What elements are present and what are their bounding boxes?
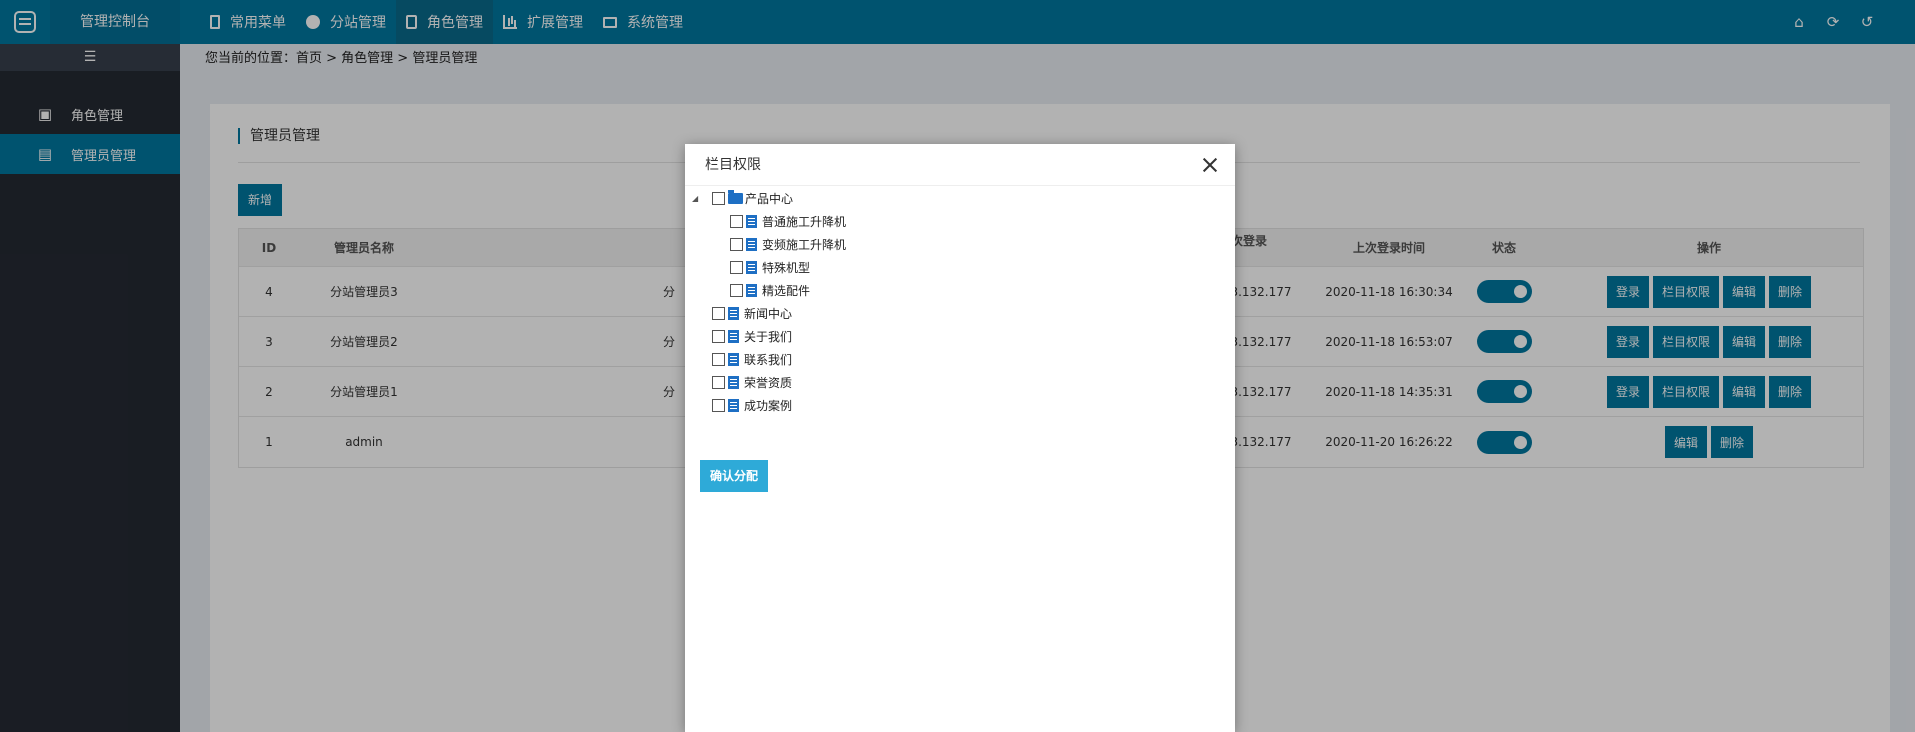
close-icon[interactable] [1201, 156, 1219, 174]
tree-node[interactable]: 联系我们 [712, 349, 792, 369]
tree-checkbox[interactable] [712, 352, 725, 366]
tree-checkbox[interactable] [712, 329, 725, 343]
file-icon [728, 375, 739, 389]
tree-node-child[interactable]: 变频施工升降机 [730, 234, 846, 254]
tree-checkbox[interactable] [712, 398, 725, 412]
tree-node-label: 关于我们 [744, 329, 793, 344]
collapse-arrow-icon[interactable]: ◢ [692, 194, 700, 203]
tree-node[interactable]: 成功案例 [712, 395, 792, 415]
file-icon [728, 352, 739, 366]
tree-node-label: 联系我们 [744, 352, 793, 367]
file-icon [746, 260, 757, 274]
file-icon [728, 398, 739, 412]
tree-node[interactable]: 关于我们 [712, 326, 792, 346]
tree-node-label: 普通施工升降机 [762, 214, 847, 229]
dialog-header: 栏目权限 [685, 144, 1235, 186]
file-icon [746, 283, 757, 297]
tree-checkbox[interactable] [730, 260, 743, 274]
tree-checkbox[interactable] [712, 306, 725, 320]
tree-node[interactable]: 新闻中心 [712, 303, 792, 323]
tree-node-child[interactable]: 特殊机型 [730, 257, 810, 277]
tree-checkbox[interactable] [712, 375, 725, 389]
tree-node-label: 新闻中心 [744, 306, 793, 321]
tree-node-label: 荣誉资质 [744, 375, 793, 390]
confirm-assign-button[interactable]: 确认分配 [700, 460, 768, 492]
tree-checkbox[interactable] [730, 237, 743, 251]
tree-node-child[interactable]: 精选配件 [730, 280, 810, 300]
dialog-title: 栏目权限 [705, 157, 761, 173]
tree-checkbox[interactable] [712, 191, 725, 205]
tree-node-label: 特殊机型 [762, 260, 811, 275]
tree-node-product-center[interactable]: 产品中心 [712, 188, 793, 208]
tree-node-label: 精选配件 [762, 283, 811, 298]
folder-open-icon [728, 189, 743, 204]
tree-node-label: 产品中心 [745, 191, 794, 206]
file-icon [728, 329, 739, 343]
tree-checkbox[interactable] [730, 283, 743, 297]
tree-node-child[interactable]: 普通施工升降机 [730, 211, 846, 231]
column-permission-dialog: 栏目权限 ◢ 产品中心 普通施工升降机 变频施工升降机 特殊机型 精选配件 新闻… [685, 144, 1235, 732]
tree-checkbox[interactable] [730, 214, 743, 228]
file-icon [746, 237, 757, 251]
file-icon [746, 214, 757, 228]
tree-node-label: 成功案例 [744, 398, 793, 413]
file-icon [728, 306, 739, 320]
tree-node-label: 变频施工升降机 [762, 237, 847, 252]
tree-node[interactable]: 荣誉资质 [712, 372, 792, 392]
